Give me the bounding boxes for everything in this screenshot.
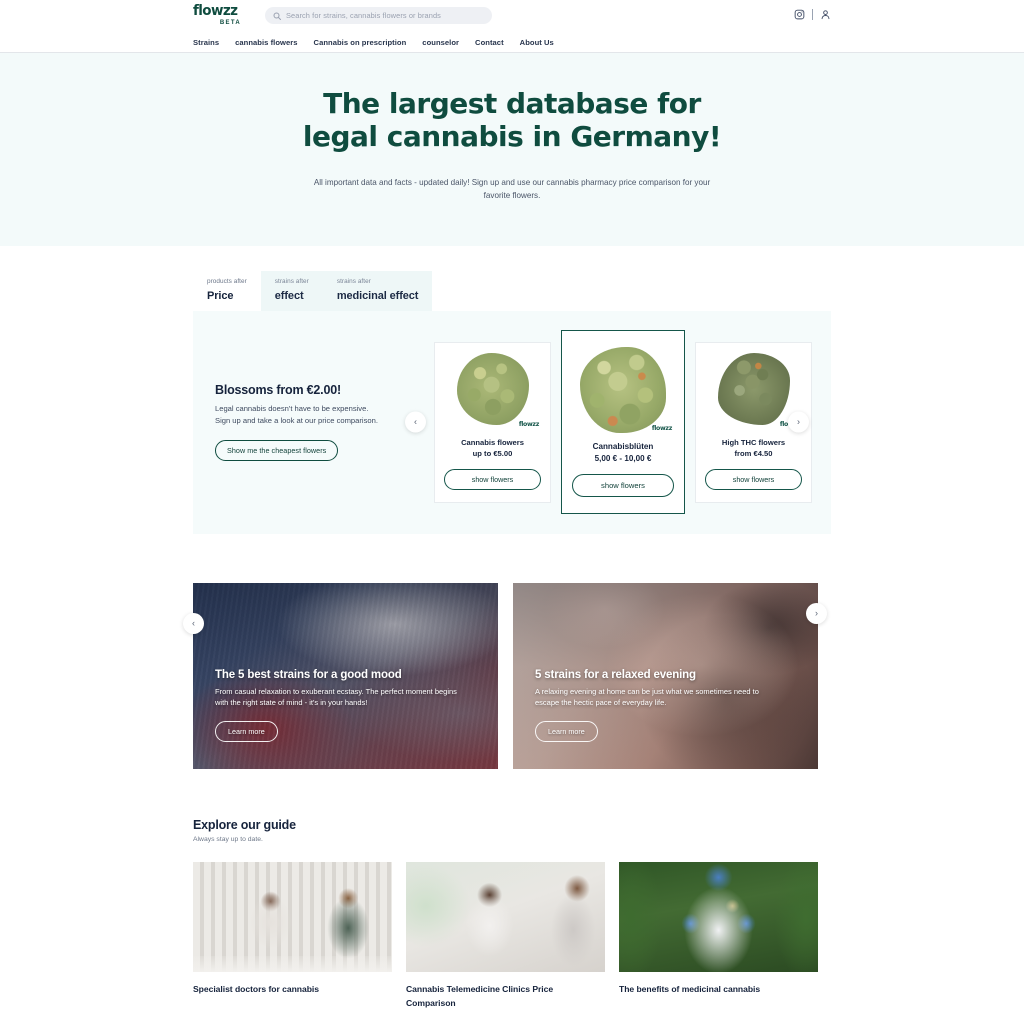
chevron-right-icon[interactable]: › [788,411,809,433]
guide-card[interactable]: The benefits of medicinal cannabis [619,861,818,1011]
promo-line-2: Sign up and take a look at our price com… [215,416,378,426]
product-image [717,352,790,425]
product-card[interactable]: flowzz Cannabis flowers up to €5.00 show… [434,341,551,503]
guide-card-image [193,861,392,972]
header-actions [794,9,831,20]
page-root: flowzz BETA Search for strains, cannabis… [0,0,1024,1011]
product-finder-section: products after Price strains after effec… [0,246,1024,534]
tab-effect-title: effect [274,289,304,302]
hero-title: The largest database for legal cannabis … [302,87,722,154]
tab-medicinal-effect[interactable]: strains after medicinal effect [322,271,433,311]
guide-card[interactable]: Specialist doctors for cannabis [193,861,392,1011]
tab-medicinal-effect-title: medicinal effect [336,289,419,302]
guide-card-title: The benefits of medicinal cannabis [619,983,761,994]
banner-card[interactable]: 5 strains for a relaxed evening A relaxi… [513,582,818,769]
guide-card-image [619,861,818,972]
cheapest-flowers-button[interactable]: Show me the cheapest flowers [215,440,339,462]
banner-content: The 5 best strains for a good mood From … [215,669,475,743]
instagram-icon[interactable] [794,9,805,20]
user-account-icon[interactable] [820,9,831,20]
tab-price-title: Price [207,289,234,302]
show-flowers-button[interactable]: show flowers [444,468,541,490]
chevron-left-icon[interactable]: ‹ [405,411,426,433]
promo-heading: Blossoms from €2.00! [215,383,341,398]
show-flowers-button[interactable]: show flowers [705,468,802,490]
search-bar[interactable] [265,7,492,24]
nav-item-contact[interactable]: Contact [475,38,504,47]
banner-learn-more-button[interactable]: Learn more [215,721,278,743]
product-card-featured[interactable]: flowzz Cannabisblüten 5,00 € - 10,00 € s… [561,329,685,515]
banner-card[interactable]: The 5 best strains for a good mood From … [193,582,498,769]
featured-banners-section: The 5 best strains for a good mood From … [0,534,1024,769]
product-name: High THC flowers [721,437,786,447]
product-image [456,352,529,425]
tab-effect[interactable]: strains after effect [260,271,323,311]
product-filter-tabs: products after Price strains after effec… [193,271,831,311]
banner-chevron-right-icon[interactable]: › [806,603,827,624]
product-price: from €4.50 [734,448,773,458]
banner-text: A relaxing evening at home can be just w… [535,686,759,708]
search-input[interactable] [286,11,484,20]
hero-subtitle: All important data and facts - updated d… [313,178,711,201]
tab-medicinal-effect-sub: strains after [336,278,371,286]
product-carousel-panel: Blossoms from €2.00! Legal cannabis does… [193,310,831,534]
logo-beta-badge: BETA [219,19,241,26]
guide-card-title: Cannabis Telemedicine Clinics Price Comp… [406,983,554,1009]
nav-item-cannabis-on-prescription[interactable]: Cannabis on prescription [314,38,407,47]
guide-header: Explore our guide Always stay up to date… [193,818,831,843]
header-divider [812,9,813,20]
header-inner: flowzz BETA Search for strains, cannabis… [0,0,1024,53]
promo-block: Blossoms from €2.00! Legal cannabis does… [215,383,425,462]
product-image [580,346,666,433]
nav-item-about-us[interactable]: About Us [520,38,554,47]
banner-learn-more-button[interactable]: Learn more [535,721,598,743]
banner-carousel: The 5 best strains for a good mood From … [193,582,831,769]
guide-card-grid: Specialist doctors for cannabis Cannabis… [193,861,831,1011]
banner-chevron-left-icon[interactable]: ‹ [183,613,204,634]
guide-subheading: Always stay up to date. [193,835,263,843]
product-name: Cannabis flowers [461,437,524,447]
site-header: flowzz BETA Search for strains, cannabis… [0,0,1024,53]
guide-section: Explore our guide Always stay up to date… [0,769,1024,1011]
main-navigation: Strains cannabis flowers Cannabis on pre… [193,32,831,52]
site-logo[interactable]: flowzz BETA [193,2,241,26]
tab-effect-sub: strains after [274,278,309,286]
hero-section: The largest database for legal cannabis … [0,53,1024,247]
nav-item-counselor[interactable]: counselor [422,38,459,47]
guide-card[interactable]: Cannabis Telemedicine Clinics Price Comp… [406,861,605,1011]
logo-wordmark: flowzz [193,2,238,20]
guide-heading: Explore our guide [193,817,296,832]
tab-price-sub: products after [207,278,247,286]
nav-item-strains[interactable]: Strains [193,38,219,47]
search-icon [273,12,281,20]
banner-text: From casual relaxation to exuberant ecst… [215,686,457,708]
product-price: up to €5.00 [472,448,513,458]
banner-title: 5 strains for a relaxed evening [535,668,696,681]
tab-price[interactable]: products after Price [193,271,261,311]
header-top-row: flowzz BETA [193,0,831,31]
product-price: 5,00 € - 10,00 € [594,453,652,463]
nav-item-cannabis-flowers[interactable]: cannabis flowers [235,38,297,47]
show-flowers-button[interactable]: show flowers [572,474,674,498]
product-card-list: flowzz Cannabis flowers up to €5.00 show… [434,329,812,515]
banner-title: The 5 best strains for a good mood [215,668,402,681]
guide-card-image [406,861,605,972]
product-name: Cannabisblüten [592,441,654,451]
guide-card-title: Specialist doctors for cannabis [193,983,319,994]
promo-line-1: Legal cannabis doesn't have to be expens… [215,404,369,414]
banner-content: 5 strains for a relaxed evening A relaxi… [535,669,795,743]
